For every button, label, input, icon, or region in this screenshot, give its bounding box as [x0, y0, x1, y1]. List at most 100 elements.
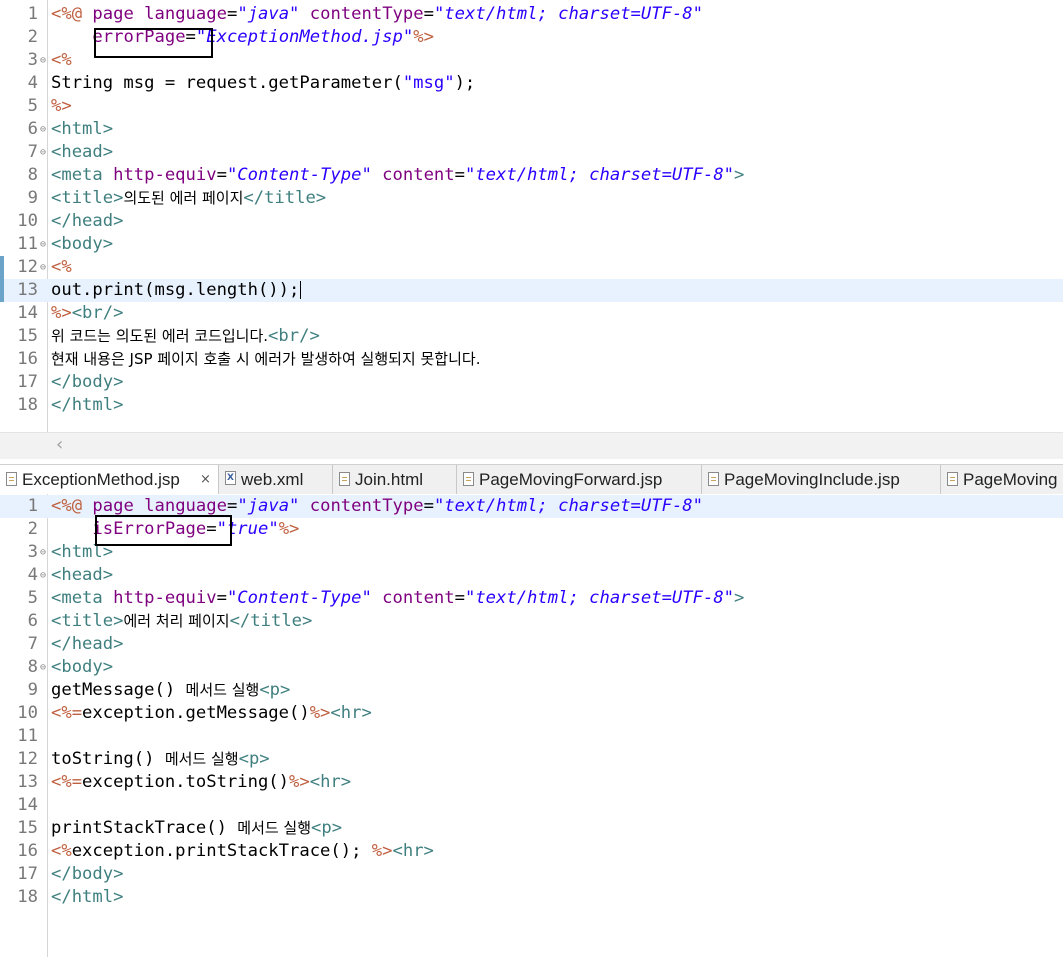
code-token: "Content-Type" [226, 165, 372, 185]
code-text: <meta http-equiv="Content-Type" content=… [51, 164, 744, 187]
code-text: printStackTrace() 메서드 실행<p> [51, 817, 342, 840]
code-token: page [92, 4, 145, 24]
code-token: "msg" [402, 73, 455, 93]
code-line[interactable]: 17 </body> [0, 863, 1063, 886]
code-line[interactable]: 11 [0, 725, 1063, 748]
code-token: = [216, 165, 227, 185]
code-token: 메서드 실행 [164, 750, 239, 768]
close-tab-icon[interactable]: × [200, 465, 211, 494]
code-token: %> [289, 772, 310, 792]
code-token: </head> [51, 634, 124, 654]
code-line[interactable]: 16 현재 내용은 JSP 페이지 호출 시 에러가 발생하여 실행되지 못합니다… [0, 348, 1063, 371]
code-text: <%=exception.toString()%><hr> [51, 771, 351, 794]
errorpage-highlight-box [94, 28, 213, 58]
line-number: 7 [27, 634, 38, 654]
horizontal-scrollbar[interactable]: ‹ [0, 432, 1063, 460]
code-token: <title> [51, 611, 124, 631]
fold-toggle-icon[interactable]: ⊖ [38, 233, 48, 256]
code-line[interactable]: 11 ⊖ <body> [0, 233, 1063, 256]
line-number: 13 [17, 280, 38, 300]
fold-toggle-icon[interactable]: ⊖ [38, 49, 48, 72]
code-token: = [423, 496, 434, 516]
code-line[interactable]: 17 </body> [0, 371, 1063, 394]
top-code-editor[interactable]: 1 <%@ page language="java" contentType="t… [0, 0, 1063, 432]
fold-toggle-icon[interactable]: ⊖ [38, 118, 48, 141]
code-token: %> [371, 841, 393, 861]
editor-tab[interactable]: ExceptionMethod.jsp × [0, 465, 219, 494]
line-number: 6 [27, 119, 38, 139]
code-line[interactable]: 8 <meta http-equiv="Content-Type" content… [0, 164, 1063, 187]
code-line[interactable]: 13 <%=exception.toString()%><hr> [0, 771, 1063, 794]
code-token: 현재 내용은 JSP 페이지 호출 시 에러가 발생하여 실행되지 못합니다. [51, 350, 481, 368]
code-line[interactable]: 5 %> [0, 95, 1063, 118]
code-token: <% [51, 841, 72, 861]
editor-tab[interactable]: PageMoving [941, 465, 1063, 494]
code-line[interactable]: 12 ⊖ <% [0, 256, 1063, 279]
code-token: "ExceptionMethod.jsp" [195, 27, 414, 47]
code-line[interactable]: 16 <%exception.printStackTrace(); %><hr> [0, 840, 1063, 863]
fold-toggle-icon[interactable]: ⊖ [38, 656, 48, 679]
code-line[interactable]: 15 printStackTrace() 메서드 실행<p> [0, 817, 1063, 840]
fold-toggle-icon[interactable]: ⊖ [38, 564, 48, 587]
code-text: <%@ page language="java" contentType="te… [51, 3, 703, 26]
code-token: contentType [309, 496, 424, 516]
code-text: 현재 내용은 JSP 페이지 호출 시 에러가 발생하여 실행되지 못합니다. [51, 348, 480, 371]
line-number: 3 [27, 542, 38, 562]
code-line[interactable]: 18 </html> [0, 394, 1063, 417]
code-token: = [423, 4, 434, 24]
code-line[interactable]: 9 <title>의도된 에러 페이지</title> [0, 187, 1063, 210]
code-line[interactable]: 5 <meta http-equiv="Content-Type" content… [0, 587, 1063, 610]
fold-toggle-icon[interactable]: ⊖ [38, 256, 48, 279]
code-text: <% [51, 256, 72, 279]
text-caret [300, 281, 302, 299]
code-line[interactable]: 13 out.print(msg.length()); [0, 279, 1063, 302]
code-token: <% [51, 50, 72, 70]
code-line[interactable]: 10 </head> [0, 210, 1063, 233]
line-number: 16 [17, 349, 38, 369]
code-token: contentType [309, 4, 424, 24]
code-line[interactable]: 18 </html> [0, 886, 1063, 909]
code-token: exception.toString() [82, 772, 290, 792]
code-token: exception.getMessage() [82, 703, 310, 723]
code-line[interactable]: 9 getMessage() 메서드 실행<p> [0, 679, 1063, 702]
editor-tab[interactable]: PageMovingInclude.jsp [702, 465, 941, 494]
code-token: getMessage() [51, 680, 186, 700]
code-token: "text/html; charset=UTF-8" [464, 165, 735, 185]
fold-toggle-icon[interactable]: ⊖ [38, 141, 48, 164]
code-line[interactable]: 8 ⊖ <body> [0, 656, 1063, 679]
code-line[interactable]: 7 ⊖ <head> [0, 141, 1063, 164]
code-line[interactable]: 14 [0, 794, 1063, 817]
code-text: <title>에러 처리 페이지</title> [51, 610, 312, 633]
code-line[interactable]: 10 <%=exception.getMessage()%><hr> [0, 702, 1063, 725]
code-line[interactable]: 6 ⊖ <html> [0, 118, 1063, 141]
code-line[interactable]: 14 %><br/> [0, 302, 1063, 325]
line-number: 15 [17, 818, 38, 838]
line-number: 1 [27, 4, 38, 24]
code-text: <body> [51, 656, 113, 679]
code-line[interactable]: 4 ⊖ <head> [0, 564, 1063, 587]
editor-tab[interactable]: PageMovingForward.jsp [457, 465, 702, 494]
bottom-code-editor[interactable]: 1 <%@ page language="java" contentType="t… [0, 494, 1063, 957]
code-text: out.print(msg.length()); [51, 279, 302, 302]
code-line[interactable]: 4 String msg = request.getParameter("msg"… [0, 72, 1063, 95]
code-token: 위 코드는 의도된 에러 코드입니다. [51, 327, 269, 345]
code-token: 에러 처리 페이지 [123, 612, 230, 630]
code-line[interactable]: 1 <%@ page language="java" contentType="t… [0, 3, 1063, 26]
scroll-left-icon[interactable]: ‹ [56, 434, 63, 455]
code-line[interactable]: 7 </head> [0, 633, 1063, 656]
code-token: > [734, 588, 745, 608]
code-text: </head> [51, 633, 123, 656]
line-number: 6 [27, 611, 38, 631]
code-token: </html> [51, 395, 124, 415]
code-line[interactable]: 12 toString() 메서드 실행<p> [0, 748, 1063, 771]
line-number: 10 [17, 211, 38, 231]
line-number: 5 [27, 588, 38, 608]
editor-tab[interactable]: Xweb.xml [219, 465, 333, 494]
code-token: language [144, 4, 227, 24]
code-line[interactable]: 15 위 코드는 의도된 에러 코드입니다.<br/> [0, 325, 1063, 348]
fold-toggle-icon[interactable]: ⊖ [38, 541, 48, 564]
code-line[interactable]: 6 <title>에러 처리 페이지</title> [0, 610, 1063, 633]
editor-tab[interactable]: Join.html [333, 465, 457, 494]
